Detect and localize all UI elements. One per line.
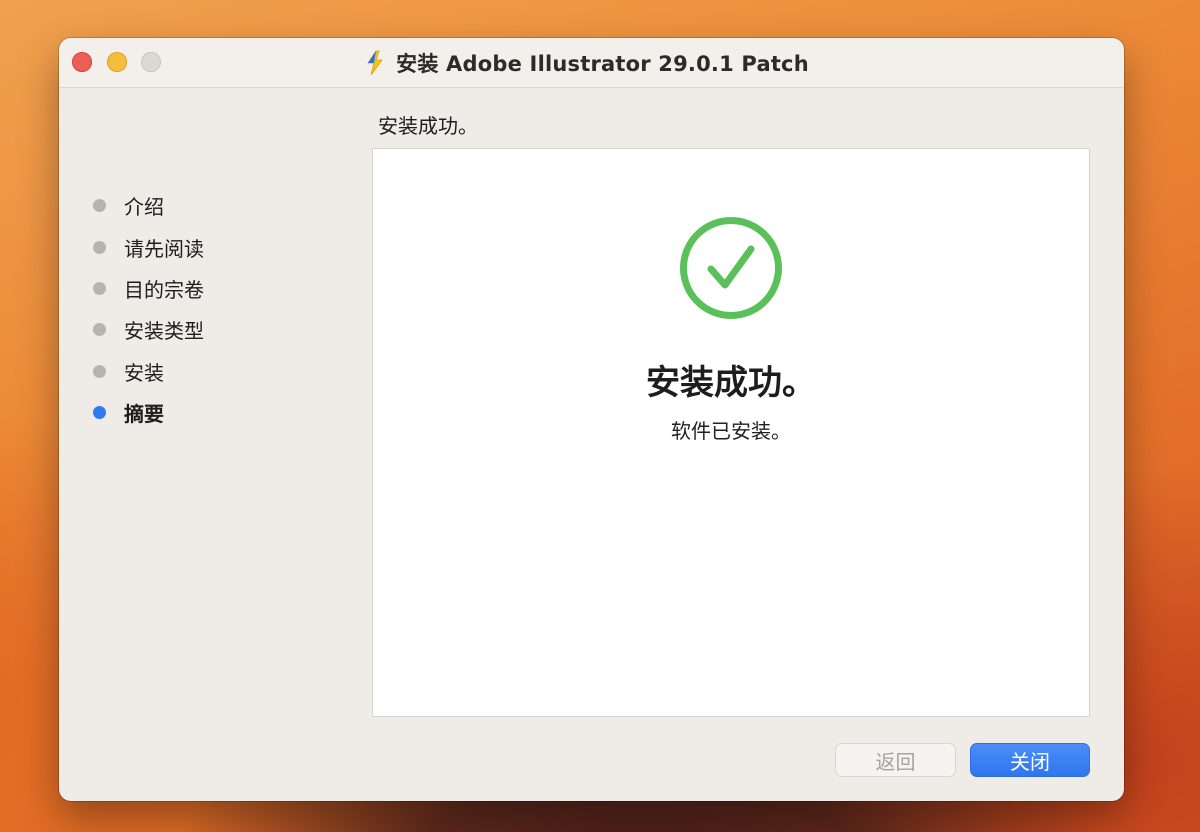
step-dot-icon [93, 199, 106, 213]
step-install: 安装 [93, 351, 204, 392]
step-readme: 请先阅读 [93, 226, 204, 267]
step-dot-icon [93, 281, 106, 295]
step-dot-active-icon [93, 406, 106, 420]
step-label: 请先阅读 [124, 236, 204, 261]
back-button[interactable]: 返回 [835, 743, 956, 777]
step-label: 安装类型 [124, 319, 204, 344]
step-list: 介绍 请先阅读 目的宗卷 安装类型 安装 摘要 [93, 185, 204, 433]
step-install-type: 安装类型 [93, 309, 204, 350]
step-label: 摘要 [124, 402, 164, 427]
checkmark-circle-icon [680, 217, 782, 319]
installer-window: 安装 Adobe Illustrator 29.0.1 Patch 介绍 请先阅… [59, 38, 1124, 801]
step-dot-icon [93, 323, 106, 337]
step-destination: 目的宗卷 [93, 268, 204, 309]
step-label: 介绍 [124, 195, 164, 220]
pane-header: 安装成功。 [378, 114, 478, 138]
success-message: 软件已安装。 [671, 419, 791, 443]
close-button[interactable]: 关闭 [970, 743, 1090, 777]
sidebar: 介绍 请先阅读 目的宗卷 安装类型 安装 摘要 [59, 88, 359, 801]
step-dot-icon [93, 364, 106, 378]
installer-icon [367, 50, 383, 75]
step-summary: 摘要 [93, 392, 204, 433]
step-dot-icon [93, 240, 106, 254]
step-intro: 介绍 [93, 185, 204, 226]
title-bar: 安装 Adobe Illustrator 29.0.1 Patch [59, 38, 1124, 88]
window-title: 安装 Adobe Illustrator 29.0.1 Patch [396, 51, 809, 76]
content-panel: 安装成功。 软件已安装。 [372, 148, 1090, 717]
success-title: 安装成功。 [646, 363, 816, 403]
step-label: 安装 [124, 360, 164, 385]
window-title-group: 安装 Adobe Illustrator 29.0.1 Patch [59, 38, 1124, 87]
step-label: 目的宗卷 [124, 277, 204, 302]
